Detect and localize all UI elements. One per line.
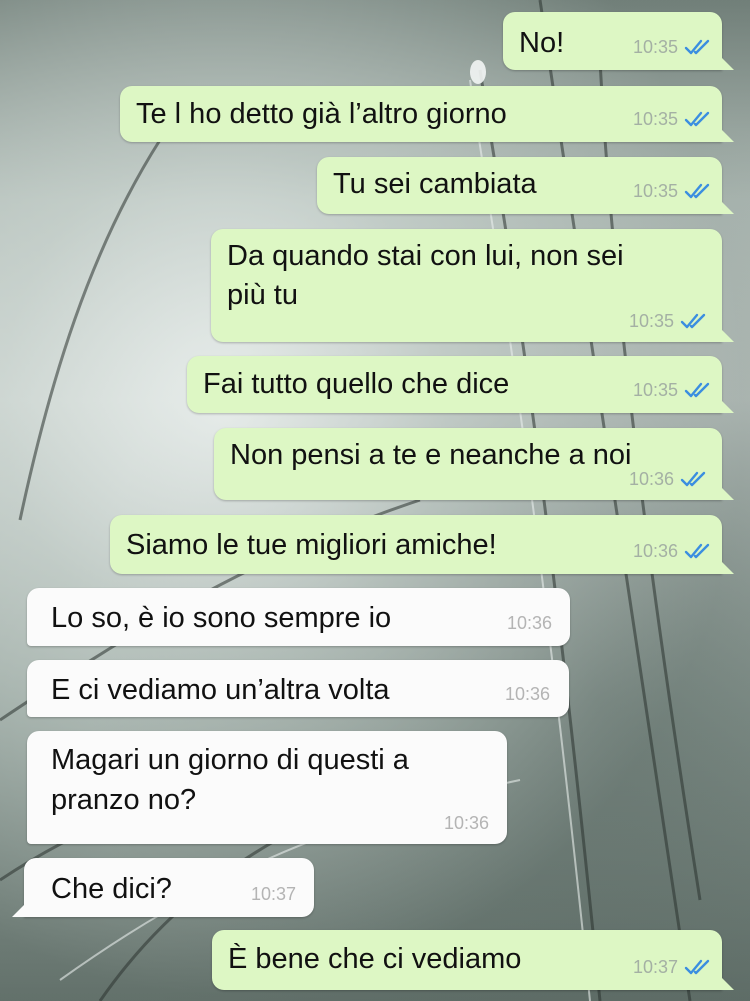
message-time: 10:35: [632, 380, 678, 400]
message-bubble-outgoing[interactable]: No! 10:35: [503, 12, 734, 70]
message-text: Non pensi a te e neanche a noi: [230, 439, 632, 471]
double-check-icon: [684, 183, 710, 199]
message-meta: 10:36: [633, 532, 714, 570]
message-meta: 10:37: [251, 875, 296, 913]
double-check-icon: [680, 313, 706, 329]
message-meta: 10:35: [633, 172, 714, 210]
message-text: Che dici?: [51, 873, 172, 905]
message-text-line: Magari un giorno di questi a: [51, 744, 409, 776]
message-meta: 10:35: [633, 100, 714, 138]
message-bubble-outgoing[interactable]: Te l ho detto già l’altro giorno 10:35: [120, 86, 734, 142]
message-time: 10:36: [506, 613, 552, 633]
message-time: 10:36: [443, 813, 489, 833]
grass-blades-decoration: [0, 0, 702, 1001]
message-meta: 10:36: [505, 675, 550, 713]
message-bubble-outgoing[interactable]: Non pensi a te e neanche a noi 10:36: [214, 428, 734, 500]
message-text: E ci vediamo un’altra volta: [51, 674, 390, 706]
message-meta: 10:36: [507, 604, 552, 642]
message-time: 10:35: [632, 37, 678, 57]
message-meta: 10:35: [633, 28, 714, 66]
message-text: Te l ho detto già l’altro giorno: [136, 98, 507, 130]
message-text: Siamo le tue migliori amiche!: [126, 529, 497, 561]
message-bubble-incoming[interactable]: Lo so, è io sono sempre io 10:36: [27, 588, 570, 646]
message-bubble-outgoing[interactable]: È bene che ci vediamo 10:37: [212, 930, 734, 990]
message-bubble-outgoing[interactable]: Fai tutto quello che dice 10:35: [187, 356, 734, 413]
message-text: Tu sei cambiata: [333, 168, 537, 200]
message-text-line: pranzo no?: [51, 784, 197, 816]
message-time: 10:37: [250, 884, 296, 904]
double-check-icon: [684, 959, 710, 975]
double-check-icon: [684, 111, 710, 127]
message-bubble-outgoing[interactable]: Tu sei cambiata 10:35: [317, 157, 734, 214]
message-time: 10:36: [628, 469, 674, 489]
message-time: 10:35: [632, 109, 678, 129]
message-text-line: Da quando stai con lui, non sei: [227, 240, 624, 272]
message-meta: 10:36: [444, 804, 489, 842]
message-bubble-incoming[interactable]: Che dici? 10:37: [12, 858, 314, 917]
message-bubble-outgoing[interactable]: Da quando stai con lui, non sei più tu 1…: [211, 229, 734, 342]
message-meta: 10:36: [629, 460, 710, 498]
message-time: 10:36: [504, 684, 550, 704]
message-time: 10:37: [632, 957, 678, 977]
message-bubble-incoming[interactable]: E ci vediamo un’altra volta 10:36: [27, 660, 569, 717]
message-text: No!: [519, 27, 565, 59]
message-text-line: più tu: [227, 279, 298, 311]
message-text: È bene che ci vediamo: [228, 943, 522, 975]
message-bubble-incoming[interactable]: Magari un giorno di questi a pranzo no? …: [27, 731, 507, 844]
message-meta: 10:35: [629, 302, 710, 340]
message-time: 10:35: [628, 311, 674, 331]
chat-wallpaper: [0, 0, 750, 1001]
message-meta: 10:37: [633, 948, 714, 986]
message-text: Fai tutto quello che dice: [203, 368, 510, 400]
message-time: 10:36: [632, 541, 678, 561]
double-check-icon: [684, 543, 710, 559]
message-meta: 10:35: [633, 371, 714, 409]
message-time: 10:35: [632, 181, 678, 201]
message-bubble-outgoing[interactable]: Siamo le tue migliori amiche! 10:36: [110, 515, 734, 574]
message-text: Lo so, è io sono sempre io: [51, 602, 392, 634]
double-check-icon: [684, 39, 710, 55]
double-check-icon: [684, 382, 710, 398]
double-check-icon: [680, 471, 706, 487]
